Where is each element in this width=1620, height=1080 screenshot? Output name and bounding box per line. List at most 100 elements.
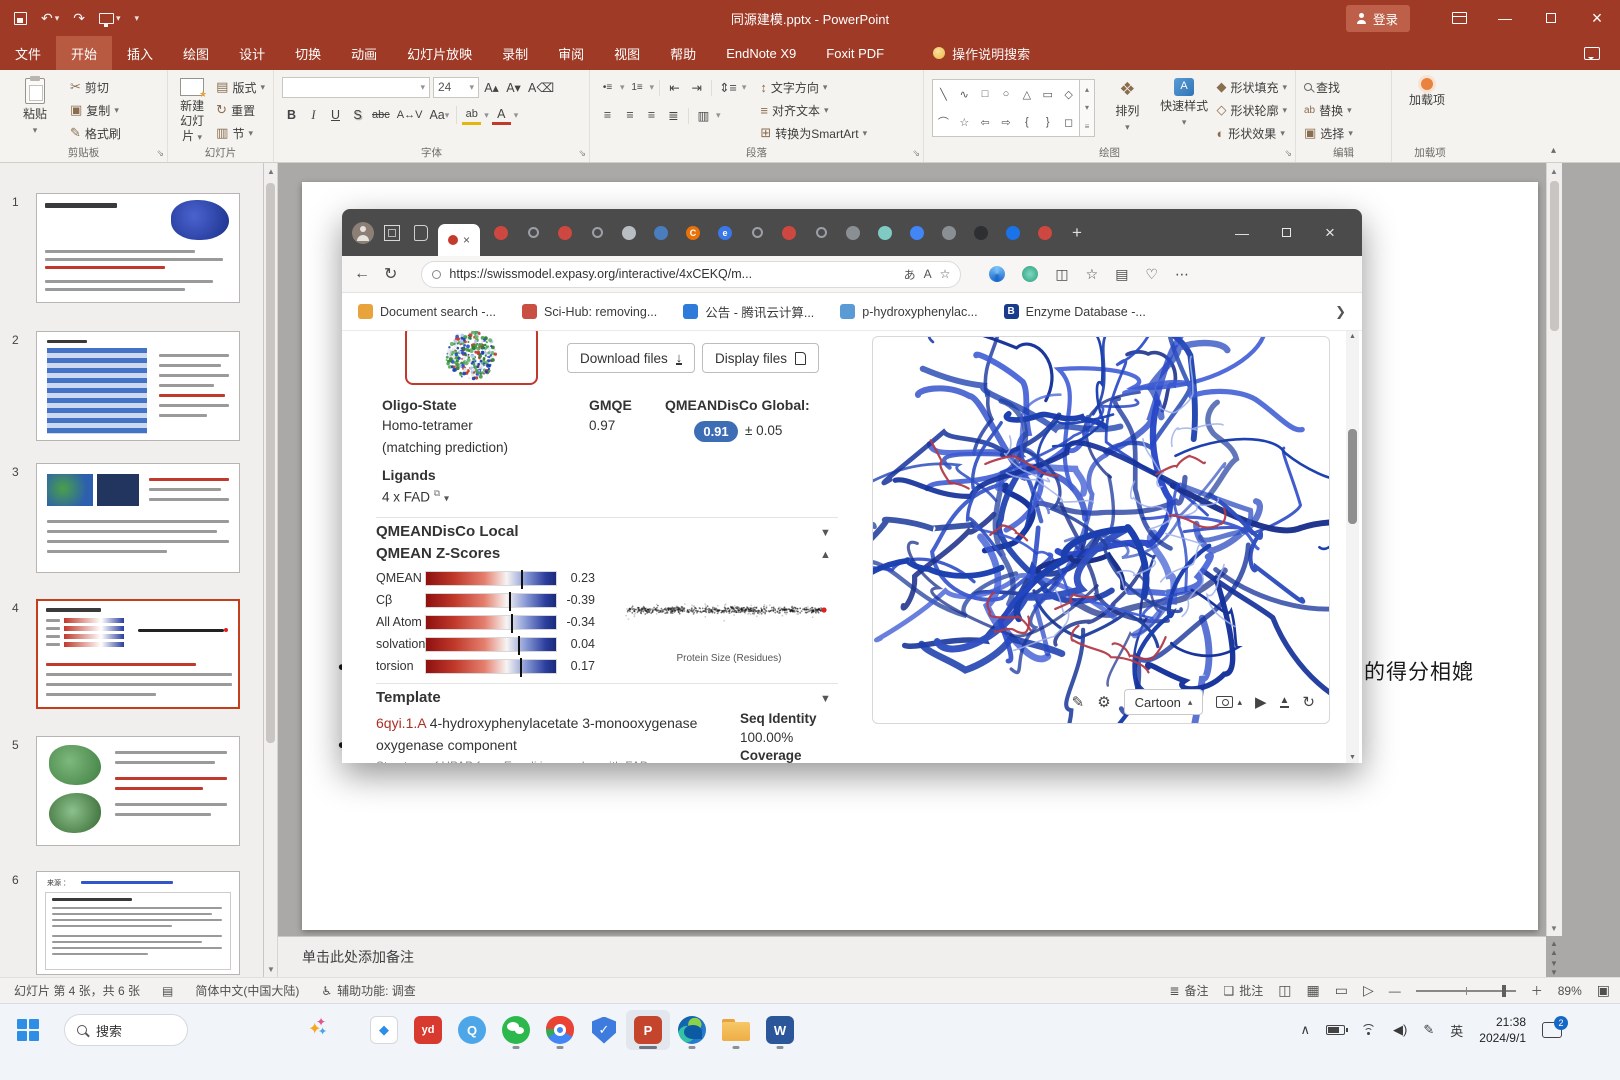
- reset-view-icon[interactable]: ↻: [1302, 693, 1315, 711]
- ribbon-tab-EndNote X9[interactable]: EndNote X9: [711, 36, 811, 70]
- undo-icon[interactable]: ↶ ▾: [41, 10, 59, 27]
- increase-indent-button[interactable]: ⇥: [687, 77, 706, 97]
- browser-tab[interactable]: [998, 218, 1028, 248]
- browser-tab[interactable]: e: [710, 218, 740, 248]
- character-spacing-button[interactable]: A↔V: [395, 105, 425, 125]
- paragraph-dialog-launcher[interactable]: ⇘: [912, 148, 920, 159]
- close-tab-icon[interactable]: ×: [463, 233, 470, 247]
- main-scrollbar[interactable]: ▲ ▼: [1546, 163, 1562, 936]
- browser-close-icon[interactable]: ×: [1308, 213, 1352, 253]
- line-spacing-button[interactable]: ⇕≡: [717, 77, 739, 97]
- bookmark-item[interactable]: B Enzyme Database -...: [1003, 302, 1146, 321]
- close-button[interactable]: ×: [1574, 0, 1620, 36]
- browser-tab[interactable]: [582, 218, 612, 248]
- new-slide-button[interactable]: 新建幻灯片 ▾: [176, 75, 208, 147]
- zoom-level[interactable]: 89%: [1558, 984, 1582, 998]
- extension-icon[interactable]: [1022, 266, 1039, 282]
- edit-icon[interactable]: ✎: [1072, 693, 1085, 711]
- align-right-button[interactable]: ≡: [642, 105, 661, 125]
- bookmark-item[interactable]: 公告 - 腾讯云计算...: [683, 302, 814, 321]
- decrease-indent-button[interactable]: ⇤: [665, 77, 684, 97]
- slide-thumbnail-3[interactable]: [36, 463, 240, 573]
- display-files-button[interactable]: Display files: [702, 343, 820, 373]
- photos-app-icon[interactable]: ◆: [362, 1010, 406, 1050]
- site-info-icon[interactable]: [432, 269, 442, 279]
- youdao-dict-icon[interactable]: yd: [406, 1010, 450, 1050]
- cube-tab-icon[interactable]: [384, 224, 400, 241]
- accessibility-status[interactable]: 辅助功能: 调查: [337, 982, 416, 999]
- download-files-button[interactable]: Download files ↓: [567, 343, 696, 373]
- format-painter-button[interactable]: ✎ 格式刷: [70, 123, 121, 143]
- collections-icon[interactable]: ▤: [1115, 266, 1128, 283]
- shape-fill-button[interactable]: ◆ 形状填充 ▾: [1216, 77, 1287, 97]
- ribbon-tab-文件[interactable]: 文件: [0, 36, 56, 70]
- template-id-link[interactable]: 6qyi.1.A: [376, 715, 426, 731]
- chevron-down-icon[interactable]: ▼: [820, 693, 831, 705]
- ribbon-display-options-button[interactable]: [1436, 0, 1482, 36]
- wechat-icon[interactable]: [494, 1010, 538, 1050]
- ribbon-tab-审阅[interactable]: 审阅: [543, 36, 599, 70]
- ribbon-tab-动画[interactable]: 动画: [336, 36, 392, 70]
- refresh-icon[interactable]: ↻: [384, 264, 397, 284]
- powerpoint-icon[interactable]: P: [626, 1010, 670, 1050]
- ime-indicator[interactable]: 英: [1450, 1021, 1463, 1040]
- bookmark-item[interactable]: Sci-Hub: removing...: [522, 302, 657, 321]
- browser-profile-icon[interactable]: [352, 221, 374, 244]
- text-shadow-button[interactable]: S: [348, 105, 367, 125]
- increase-font-size-button[interactable]: A▴: [482, 77, 501, 97]
- bullets-button[interactable]: •≡: [598, 77, 617, 97]
- notes-pane[interactable]: 单击此处添加备注: [278, 936, 1546, 977]
- zoom-slider[interactable]: [1415, 984, 1516, 997]
- cut-button[interactable]: ✂ 剪切: [70, 77, 121, 97]
- file-explorer-icon[interactable]: [714, 1010, 758, 1050]
- notes-toggle-button[interactable]: ≣ 备注: [1169, 982, 1208, 999]
- clear-formatting-button[interactable]: A⌫: [526, 77, 556, 97]
- browser-minimize-icon[interactable]: —: [1220, 213, 1264, 253]
- scroll-down-icon[interactable]: ▼: [1346, 754, 1359, 761]
- browser-tab[interactable]: [870, 218, 900, 248]
- scroll-down-icon[interactable]: ▼: [264, 961, 278, 977]
- back-icon[interactable]: ←: [354, 265, 370, 283]
- chrome-icon[interactable]: [538, 1010, 582, 1050]
- language-indicator[interactable]: 简体中文(中国大陆): [195, 982, 299, 999]
- browser-tab[interactable]: [518, 218, 548, 248]
- font-name-combobox[interactable]: ▾: [282, 76, 430, 98]
- taskbar-search[interactable]: 搜索: [64, 1014, 188, 1046]
- scroll-down-icon[interactable]: ▼: [1547, 920, 1561, 936]
- browser-tab[interactable]: [806, 218, 836, 248]
- numbering-button[interactable]: 1≡: [628, 77, 647, 97]
- next-slide-button[interactable]: ▼ ▼: [1550, 959, 1558, 977]
- translate-icon[interactable]: あ: [904, 266, 916, 283]
- tray-expand-icon[interactable]: ∧: [1301, 1022, 1311, 1038]
- layout-button[interactable]: ▤ 版式 ▾: [216, 77, 265, 97]
- slide-thumbnail-2[interactable]: [36, 331, 240, 441]
- browser-tab[interactable]: [614, 218, 644, 248]
- qmean-zscores-section[interactable]: QMEAN Z-Scores: [376, 545, 500, 562]
- select-button[interactable]: ▣ 选择 ▾: [1304, 123, 1353, 143]
- thumbnail-panel-scrollbar[interactable]: ▲ ▼: [264, 163, 278, 977]
- fit-to-window-icon[interactable]: ▣: [1597, 982, 1610, 999]
- split-screen-icon[interactable]: ◫: [1055, 266, 1068, 283]
- bookmarks-overflow-icon[interactable]: ❯: [1335, 304, 1346, 320]
- slide-thumbnail-4-selected[interactable]: [36, 599, 240, 709]
- previous-slide-button[interactable]: ▲ ▲: [1550, 939, 1558, 957]
- browser-tab[interactable]: C: [678, 218, 708, 248]
- start-slideshow-icon[interactable]: ▾: [99, 12, 121, 27]
- drawing-dialog-launcher[interactable]: ⇘: [1284, 148, 1292, 159]
- redo-icon[interactable]: ↷: [73, 10, 85, 27]
- bookmark-item[interactable]: p-hydroxyphenylac...: [840, 302, 978, 321]
- columns-button[interactable]: ▥: [694, 105, 713, 125]
- reading-view-icon[interactable]: ▭: [1335, 982, 1348, 999]
- notebook-tab-icon[interactable]: [414, 224, 428, 241]
- shape-outline-button[interactable]: ◇ 形状轮廓 ▾: [1216, 100, 1287, 120]
- security-shield-icon[interactable]: ✓: [582, 1010, 626, 1050]
- addins-button[interactable]: 加载项: [1400, 75, 1454, 147]
- section-button[interactable]: ▥ 节 ▾: [216, 123, 265, 143]
- taskbar-clock[interactable]: 21:38 2024/9/1: [1479, 1014, 1526, 1046]
- scroll-up-icon[interactable]: ▲: [1346, 333, 1359, 340]
- shape-gallery[interactable]: ╲ ∿ □ ○ △ ▭ ◇ ⌒ ☆ ⇦ ⇨{} ◻: [932, 79, 1080, 137]
- browser-tab[interactable]: [646, 218, 676, 248]
- copy-button[interactable]: ▣ 复制 ▾: [70, 100, 121, 120]
- ribbon-tab-设计[interactable]: 设计: [224, 36, 280, 70]
- shape-gallery-scroll[interactable]: ▴ ▾ ≡: [1080, 79, 1095, 137]
